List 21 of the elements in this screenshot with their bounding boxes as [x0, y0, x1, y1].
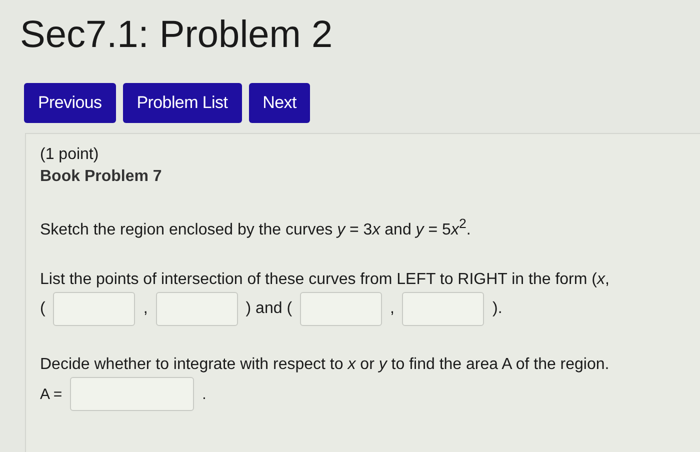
punctuation-text: , [390, 300, 394, 318]
answer-field[interactable] [300, 292, 382, 326]
problem-heading: Book Problem 7 [40, 168, 163, 186]
instruction-text: List the points of intersection of these curves from LEFT to RIGHT in the form (x, [40, 271, 610, 290]
nav-button[interactable]: Next [248, 83, 310, 123]
problem-statement: Sketch the region enclosed by the curves y = 3x and y = 5x$^{2}$. [40, 216, 472, 240]
answer-field[interactable] [53, 292, 136, 326]
punctuation-text: ). [492, 300, 502, 318]
page-title: Sec7.1: Problem 2 [20, 14, 334, 57]
punctuation-text: , [143, 300, 148, 318]
answer-label: . [202, 386, 206, 403]
answer-label: A = [40, 386, 62, 403]
nav-button[interactable]: Problem List [122, 83, 242, 123]
answer-field[interactable] [156, 292, 238, 326]
points-label: (1 point) [40, 146, 100, 164]
punctuation-text: ( [40, 300, 46, 318]
nav-button[interactable]: Previous [24, 83, 116, 123]
answer-field[interactable] [70, 377, 194, 412]
punctuation-text: ) and ( [246, 300, 292, 318]
question-text: Decide whether to integrate with respect to x or y to find the area A of the region. [40, 356, 610, 374]
answer-field[interactable] [402, 292, 484, 326]
